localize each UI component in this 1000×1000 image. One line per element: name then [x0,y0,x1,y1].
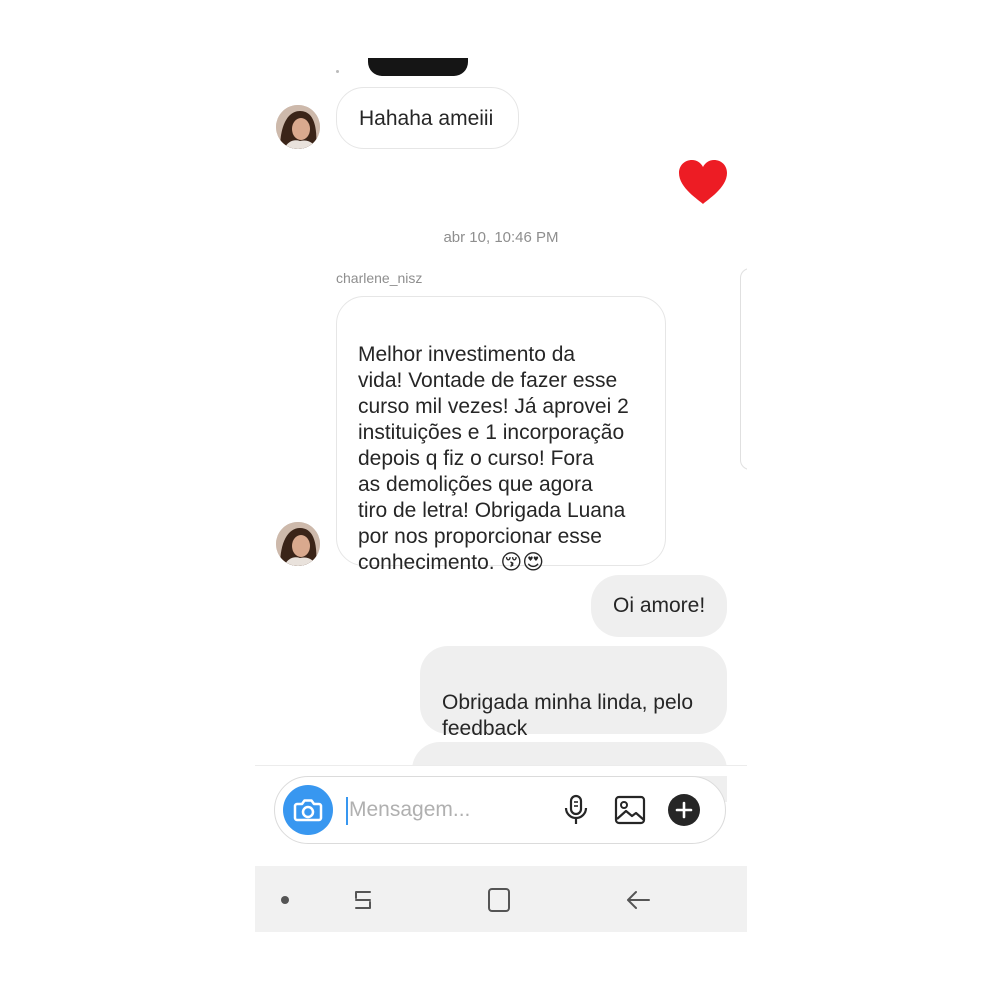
back-icon[interactable] [624,886,654,914]
composer-background [255,766,747,776]
message-composer [274,776,726,844]
sender-avatar[interactable] [276,522,320,566]
add-icon[interactable] [667,793,701,827]
message-text: Obrigada minha linda, pelo feedback [442,691,693,740]
microphone-icon[interactable] [559,793,593,827]
system-navigation-bar [255,866,747,932]
shared-media-preview[interactable] [368,58,468,76]
composer-divider [255,765,747,766]
shared-post-edge[interactable] [740,268,747,470]
camera-button[interactable] [283,785,333,835]
camera-icon [293,799,323,822]
message-bubble-incoming[interactable]: Hahaha ameiii [336,87,519,149]
recents-icon[interactable] [348,886,378,914]
sender-dot [336,70,339,73]
message-bubble-incoming[interactable]: Melhor investimento da vida! Vontade de … [336,296,666,574]
chat-screen: Hahaha ameiii abr 10, 10:46 PM charlene_… [255,0,747,932]
home-icon[interactable] [484,886,514,914]
gallery-icon[interactable] [613,793,647,827]
sender-username[interactable]: charlene_nisz [336,270,422,286]
message-bubble-outgoing[interactable]: Obrigada minha linda, pelo feedback [420,646,727,740]
message-timestamp: abr 10, 10:46 PM [443,229,559,246]
sender-avatar[interactable] [276,105,320,149]
message-input[interactable] [349,795,549,825]
message-text: Melhor investimento da vida! Vontade de … [358,343,629,574]
nav-dot-icon[interactable] [273,886,303,914]
message-text: Oi amore! [613,594,706,617]
message-text: Hahaha ameiii [359,107,494,130]
text-cursor [346,797,348,825]
message-bubble-outgoing[interactable]: Oi amore! [591,575,727,637]
heart-icon[interactable] [677,158,729,206]
